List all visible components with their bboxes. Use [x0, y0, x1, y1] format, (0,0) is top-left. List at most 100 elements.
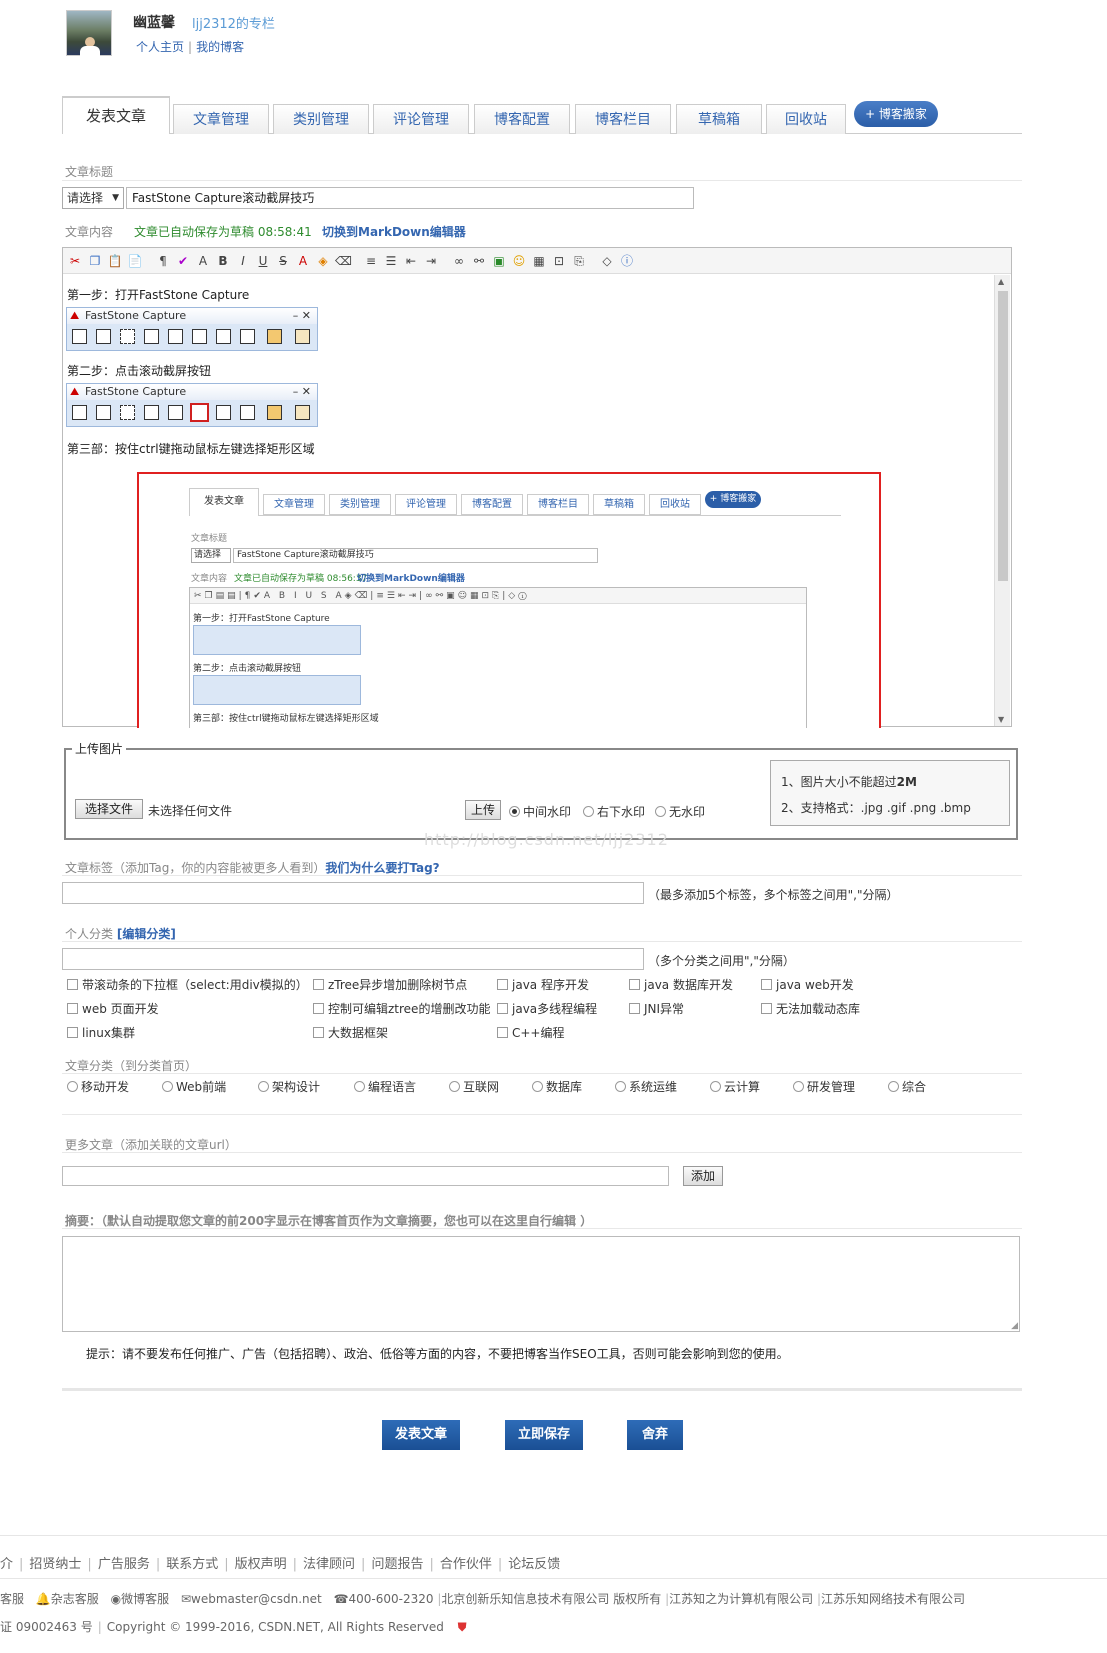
tab-category[interactable]: 类别管理	[273, 104, 369, 134]
checkbox-icon[interactable]	[67, 1003, 78, 1014]
edit-category-link[interactable]: [编辑分类]	[117, 927, 176, 941]
article-category-radio[interactable]: 综合	[888, 1078, 926, 1095]
category-checkbox[interactable]: 带滚动条的下拉框（select:用div模拟的）	[67, 976, 308, 993]
footer-link[interactable]: 介	[0, 1557, 13, 1572]
bold-icon[interactable]: B	[215, 253, 231, 269]
about-icon[interactable]: ⓘ	[619, 253, 635, 269]
footer-link[interactable]: 问题报告	[371, 1557, 423, 1572]
article-category-radio[interactable]: Web前端	[162, 1078, 226, 1095]
add-url-button[interactable]: 添加	[683, 1166, 723, 1186]
home-link[interactable]: 个人主页	[136, 40, 184, 54]
outdent-icon[interactable]: ⇤	[403, 253, 419, 269]
checkbox-icon[interactable]	[761, 1003, 772, 1014]
format-icon[interactable]: ¶	[155, 253, 171, 269]
category-checkbox[interactable]: 大数据框架	[313, 1024, 388, 1041]
checkbox-icon[interactable]	[497, 1003, 508, 1014]
font-color-icon[interactable]: A	[295, 253, 311, 269]
tab-comments[interactable]: 评论管理	[373, 104, 469, 134]
source-icon[interactable]: ◇	[599, 253, 615, 269]
footer-link[interactable]: 合作伙伴	[440, 1557, 492, 1572]
tab-recycle[interactable]: 回收站	[766, 104, 846, 134]
scroll-up-icon[interactable]: ▲	[998, 277, 1004, 286]
checkbox-icon[interactable]	[67, 979, 78, 990]
eraser-icon[interactable]: ⌫	[335, 253, 352, 269]
footer-link[interactable]: 广告服务	[98, 1557, 150, 1572]
strikethrough-icon[interactable]: S	[275, 253, 291, 269]
weibo-service-link[interactable]: 微博客服	[121, 1592, 169, 1606]
markdown-switch-link[interactable]: 切换到MarkDown编辑器	[322, 223, 466, 240]
radio-icon[interactable]	[888, 1081, 899, 1092]
emoji-icon[interactable]: ☺	[511, 253, 527, 269]
avatar[interactable]	[66, 10, 112, 57]
column-name[interactable]: ljj2312的专栏	[192, 13, 275, 32]
category-checkbox[interactable]: linux集群	[67, 1024, 135, 1041]
save-button[interactable]: 立即保存	[505, 1420, 583, 1450]
article-category-radio[interactable]: 互联网	[449, 1078, 499, 1095]
article-category-radio[interactable]: 研发管理	[793, 1078, 855, 1095]
article-type-select[interactable]: 请选择 ▼	[62, 187, 124, 209]
paste-text-icon[interactable]: 📄	[127, 253, 143, 269]
category-checkbox[interactable]: 控制可编辑ztree的增删改功能	[313, 1000, 490, 1017]
footer-link[interactable]: 联系方式	[166, 1557, 218, 1572]
watermark-bottom-right-option[interactable]: 右下水印	[583, 803, 645, 820]
title-input[interactable]: FastStone Capture滚动截屏技巧	[126, 187, 694, 209]
why-tags-link[interactable]: 我们为什么要打Tag?	[325, 861, 439, 875]
article-category-radio[interactable]: 系统运维	[615, 1078, 677, 1095]
radio-icon[interactable]	[67, 1081, 78, 1092]
paste-icon[interactable]: 📋	[107, 253, 123, 269]
link-icon[interactable]: ∞	[451, 253, 467, 269]
blog-link[interactable]: 我的博客	[196, 40, 244, 54]
radio-icon[interactable]	[532, 1081, 543, 1092]
bg-color-icon[interactable]: ◈	[315, 253, 331, 269]
category-checkbox[interactable]: java 数据库开发	[629, 976, 733, 993]
font-size-icon[interactable]: A	[195, 253, 211, 269]
email-link[interactable]: webmaster@csdn.net	[191, 1592, 322, 1606]
footer-link[interactable]: 版权声明	[235, 1557, 287, 1572]
cut-icon[interactable]: ✂	[67, 253, 83, 269]
radio-icon[interactable]	[583, 806, 594, 817]
ordered-list-icon[interactable]: ≡	[363, 253, 379, 269]
unlink-icon[interactable]: ⚯	[471, 253, 487, 269]
publish-button[interactable]: 发表文章	[382, 1420, 460, 1450]
radio-icon[interactable]	[710, 1081, 721, 1092]
magazine-service-link[interactable]: 杂志客服	[51, 1592, 99, 1606]
user-name[interactable]: 幽蓝馨	[133, 12, 175, 32]
category-checkbox[interactable]: java 程序开发	[497, 976, 589, 993]
watermark-center-option[interactable]: 中间水印	[509, 803, 571, 820]
page-break-icon[interactable]: ⎘	[571, 253, 587, 269]
checkbox-icon[interactable]	[629, 979, 640, 990]
checkbox-icon[interactable]	[313, 979, 324, 990]
checkbox-icon[interactable]	[67, 1027, 78, 1038]
tab-config[interactable]: 博客配置	[474, 104, 570, 134]
category-checkbox[interactable]: java web开发	[761, 976, 854, 993]
article-category-radio[interactable]: 云计算	[710, 1078, 760, 1095]
scroll-thumb[interactable]	[998, 291, 1008, 581]
radio-icon[interactable]	[793, 1081, 804, 1092]
tab-columns[interactable]: 博客栏目	[575, 104, 671, 134]
radio-icon[interactable]	[655, 806, 666, 817]
personal-category-input[interactable]	[62, 948, 644, 970]
category-checkbox[interactable]: zTree异步增加删除树节点	[313, 976, 467, 993]
security-badge-icon[interactable]: ⛊	[458, 1620, 467, 1634]
watermark-none-option[interactable]: 无水印	[655, 803, 705, 820]
footer-link[interactable]: 法律顾问	[303, 1557, 355, 1572]
underline-icon[interactable]: U	[255, 253, 271, 269]
checkbox-icon[interactable]	[497, 1027, 508, 1038]
footer-link[interactable]: 论坛反馈	[508, 1557, 560, 1572]
category-checkbox[interactable]: C++编程	[497, 1024, 565, 1041]
italic-icon[interactable]: I	[235, 253, 251, 269]
radio-icon[interactable]	[258, 1081, 269, 1092]
article-category-radio[interactable]: 移动开发	[67, 1078, 129, 1095]
footer-link[interactable]: 招贤纳士	[29, 1557, 81, 1572]
tags-input[interactable]	[62, 882, 644, 904]
article-category-radio[interactable]: 数据库	[532, 1078, 582, 1095]
checkbox-icon[interactable]	[313, 1003, 324, 1014]
checkbox-icon[interactable]	[497, 979, 508, 990]
checkbox-icon[interactable]	[629, 1003, 640, 1014]
upload-button[interactable]: 上传	[465, 800, 501, 820]
indent-icon[interactable]: ⇥	[423, 253, 439, 269]
discard-button[interactable]: 舍弃	[627, 1420, 683, 1450]
editor-scrollbar[interactable]: ▲ ▼	[994, 275, 1010, 726]
radio-icon[interactable]	[615, 1081, 626, 1092]
category-checkbox[interactable]: web 页面开发	[67, 1000, 159, 1017]
